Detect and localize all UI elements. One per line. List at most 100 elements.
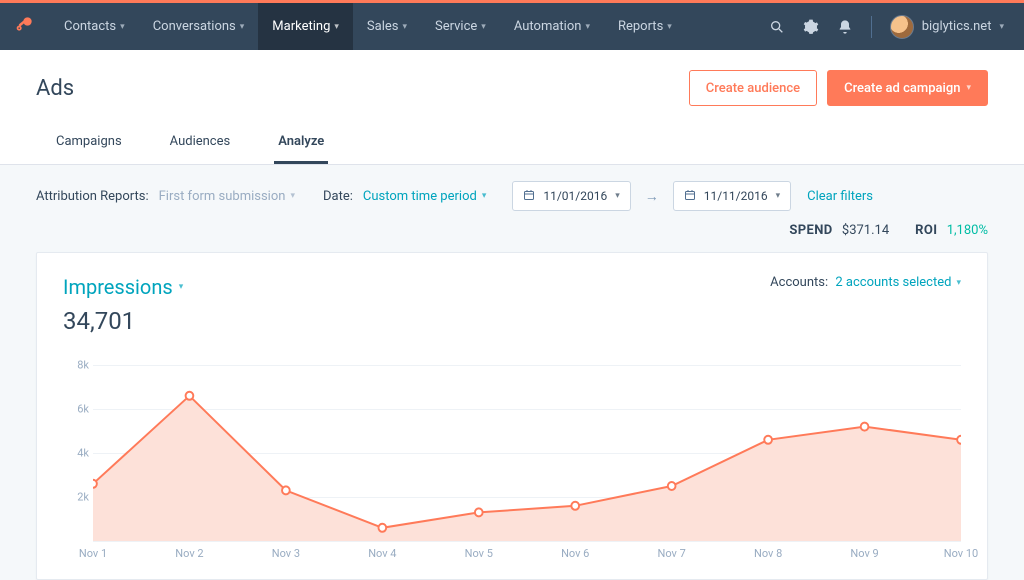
- accounts-label: Accounts:: [770, 275, 828, 290]
- search-icon[interactable]: [769, 19, 785, 35]
- chart-point[interactable]: [93, 480, 97, 488]
- page: Ads Create audience Create ad campaign ▾…: [0, 50, 1024, 165]
- metric-block: Impressions ▾ 34,701: [63, 275, 183, 335]
- chart-point[interactable]: [861, 423, 869, 431]
- bell-icon[interactable]: [837, 19, 853, 35]
- x-tick-label: Nov 9: [850, 547, 878, 560]
- roi-metric: ROI 1,180%: [915, 223, 988, 238]
- gear-icon[interactable]: [803, 19, 819, 35]
- metric-selector[interactable]: Impressions ▾: [63, 275, 183, 299]
- chevron-down-icon: ▾: [334, 22, 339, 32]
- nav-divider: [871, 16, 872, 38]
- nav-items: Contacts▾Conversations▾Marketing▾Sales▾S…: [50, 3, 686, 50]
- calendar-icon: [684, 189, 696, 204]
- attr-reports-select[interactable]: First form submission ▾: [159, 189, 295, 204]
- page-header: Ads Create audience Create ad campaign ▾: [0, 50, 1024, 116]
- tab-campaigns[interactable]: Campaigns: [52, 126, 126, 164]
- chart-point[interactable]: [378, 524, 386, 532]
- chart-point[interactable]: [475, 508, 483, 516]
- y-tick-label: 8k: [77, 359, 89, 372]
- nav-item-label: Service: [435, 19, 477, 34]
- select-value: First form submission: [159, 189, 286, 204]
- chart-y-axis: 2k4k6k8k: [63, 365, 93, 541]
- nav-item-label: Marketing: [272, 19, 330, 34]
- accounts-select[interactable]: 2 accounts selected ▾: [835, 275, 961, 290]
- chart-point[interactable]: [957, 436, 961, 444]
- chart-point[interactable]: [282, 486, 290, 494]
- filter-bar: Attribution Reports: First form submissi…: [0, 165, 1024, 219]
- select-value: Custom time period: [363, 189, 477, 204]
- button-label: Create ad campaign: [844, 81, 960, 96]
- impressions-chart: 2k4k6k8k Nov 1Nov 2Nov 3Nov 4Nov 5Nov 6N…: [63, 365, 961, 565]
- date-to-picker[interactable]: 11/11/2016 ▾: [673, 181, 791, 211]
- chevron-down-icon: ▾: [402, 22, 407, 32]
- nav-item-conversations[interactable]: Conversations ▾: [139, 3, 259, 50]
- chevron-down-icon: ▾: [482, 191, 487, 201]
- account-label: biglytics.net: [922, 19, 992, 34]
- x-tick-label: Nov 1: [79, 547, 107, 560]
- date-mode-select[interactable]: Custom time period ▾: [363, 189, 486, 204]
- spend-value: $371.14: [842, 223, 889, 238]
- chevron-down-icon: ▾: [179, 282, 184, 292]
- chart-x-axis: Nov 1Nov 2Nov 3Nov 4Nov 5Nov 6Nov 7Nov 8…: [93, 541, 961, 565]
- tab-analyze[interactable]: Analyze: [274, 126, 328, 164]
- page-title: Ads: [36, 76, 74, 101]
- nav-item-marketing[interactable]: Marketing ▾: [258, 3, 353, 50]
- nav-item-service[interactable]: Service▾: [421, 3, 500, 50]
- date-label: Date:: [323, 189, 353, 204]
- chart-plot: [93, 365, 961, 541]
- calendar-icon: [523, 189, 535, 204]
- tab-audiences[interactable]: Audiences: [166, 126, 235, 164]
- nav-item-contacts[interactable]: Contacts ▾: [50, 3, 139, 50]
- nav-item-reports[interactable]: Reports ▾: [604, 3, 686, 50]
- nav-item-label: Automation: [514, 19, 582, 34]
- chevron-down-icon: ▾: [776, 191, 781, 201]
- date-value: 11/11/2016: [704, 189, 768, 203]
- chevron-down-icon: ▾: [120, 22, 125, 32]
- y-tick-label: 2k: [77, 491, 89, 504]
- metric-name-label: Impressions: [63, 275, 173, 299]
- x-tick-label: Nov 8: [754, 547, 782, 560]
- nav-right: biglytics.net ▾: [769, 3, 1024, 50]
- roi-label: ROI: [915, 223, 937, 238]
- chart-point[interactable]: [668, 482, 676, 490]
- create-ad-campaign-button[interactable]: Create ad campaign ▾: [827, 70, 988, 106]
- chevron-down-icon: ▾: [585, 22, 590, 32]
- nav-item-label: Contacts: [64, 19, 116, 34]
- roi-value: 1,180%: [947, 223, 988, 238]
- nav-item-label: Reports: [618, 19, 663, 34]
- x-tick-label: Nov 2: [175, 547, 203, 560]
- nav-item-automation[interactable]: Automation▾: [500, 3, 604, 50]
- page-actions: Create audience Create ad campaign ▾: [689, 70, 988, 106]
- nav-item-label: Conversations: [153, 19, 236, 34]
- spend-label: SPEND: [789, 223, 832, 238]
- date-from-picker[interactable]: 11/01/2016 ▾: [512, 181, 630, 211]
- chevron-down-icon: ▾: [966, 83, 971, 93]
- x-tick-label: Nov 5: [465, 547, 493, 560]
- clear-filters-link[interactable]: Clear filters: [807, 189, 873, 204]
- chevron-down-icon: ▾: [240, 22, 245, 32]
- nav-item-sales[interactable]: Sales▾: [353, 3, 421, 50]
- sprocket-icon: [15, 14, 35, 39]
- chevron-down-icon: ▾: [290, 191, 295, 201]
- create-audience-button[interactable]: Create audience: [689, 70, 817, 106]
- chevron-down-icon: ▾: [999, 22, 1004, 32]
- nav-item-label: Sales: [367, 19, 399, 34]
- card-header: Impressions ▾ 34,701 Accounts: 2 account…: [63, 275, 961, 335]
- hubspot-logo[interactable]: [0, 14, 50, 39]
- summary-metrics: SPEND $371.14 ROI 1,180%: [0, 219, 1024, 248]
- x-tick-label: Nov 10: [944, 547, 978, 560]
- chart-point[interactable]: [764, 436, 772, 444]
- y-tick-label: 4k: [77, 447, 89, 460]
- account-menu[interactable]: biglytics.net ▾: [890, 15, 1004, 39]
- button-label: Create audience: [706, 81, 800, 96]
- impressions-card: Impressions ▾ 34,701 Accounts: 2 account…: [36, 252, 988, 580]
- accounts-value: 2 accounts selected: [835, 275, 951, 290]
- chart-point[interactable]: [186, 392, 194, 400]
- chart-point[interactable]: [571, 502, 579, 510]
- x-tick-label: Nov 7: [658, 547, 686, 560]
- chevron-down-icon: ▾: [667, 22, 672, 32]
- avatar: [890, 15, 914, 39]
- x-tick-label: Nov 3: [272, 547, 300, 560]
- x-tick-label: Nov 6: [561, 547, 589, 560]
